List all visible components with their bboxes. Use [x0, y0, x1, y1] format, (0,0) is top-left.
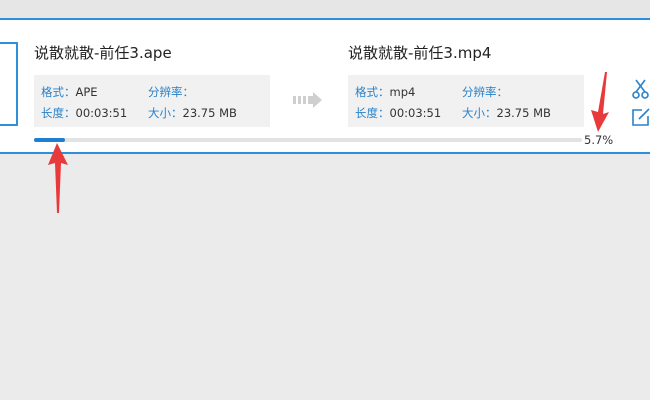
size-label: 大小：	[148, 106, 183, 120]
source-info-panel: 格式：APE 分辨率： 长度：00:03:51 大小：23.75 MB	[34, 75, 270, 127]
size-value: 23.75 MB	[182, 106, 237, 120]
conversion-task-item[interactable]: 说散就散-前任3.ape 格式：APE 分辨率： 长度：00:03:51 大小：…	[0, 18, 650, 154]
size-label: 大小：	[462, 106, 497, 120]
output-info-panel: 格式：mp4 分辨率： 长度：00:03:51 大小：23.75 MB	[348, 75, 584, 127]
progress-bar	[34, 138, 582, 142]
format-value: APE	[75, 85, 98, 99]
format-label: 格式：	[41, 85, 76, 99]
source-filename: 说散就散-前任3.ape	[34, 44, 172, 62]
output-duration: 长度：00:03:51	[355, 105, 441, 121]
convert-arrow-icon	[293, 92, 322, 108]
format-value: mp4	[389, 85, 416, 99]
output-size: 大小：23.75 MB	[462, 105, 551, 121]
output-resolution: 分辨率：	[462, 84, 508, 100]
resolution-label: 分辨率：	[148, 85, 194, 99]
duration-value: 00:03:51	[389, 106, 442, 120]
source-thumbnail[interactable]	[0, 42, 18, 126]
progress-bar-fill	[34, 138, 66, 142]
edit-icon[interactable]	[631, 107, 650, 127]
progress-percent: 5.7%	[584, 133, 614, 147]
duration-label: 长度：	[41, 106, 76, 120]
duration-value: 00:03:51	[75, 106, 128, 120]
source-resolution: 分辨率：	[148, 84, 194, 100]
duration-label: 长度：	[355, 106, 390, 120]
source-format: 格式：APE	[41, 84, 98, 100]
output-filename: 说散就散-前任3.mp4	[348, 44, 492, 62]
size-value: 23.75 MB	[496, 106, 551, 120]
source-duration: 长度：00:03:51	[41, 105, 127, 121]
format-label: 格式：	[355, 85, 390, 99]
resolution-label: 分辨率：	[462, 85, 508, 99]
top-band	[0, 0, 650, 19]
output-format: 格式：mp4	[355, 84, 415, 100]
scissors-icon[interactable]	[631, 79, 650, 99]
source-size: 大小：23.75 MB	[148, 105, 237, 121]
